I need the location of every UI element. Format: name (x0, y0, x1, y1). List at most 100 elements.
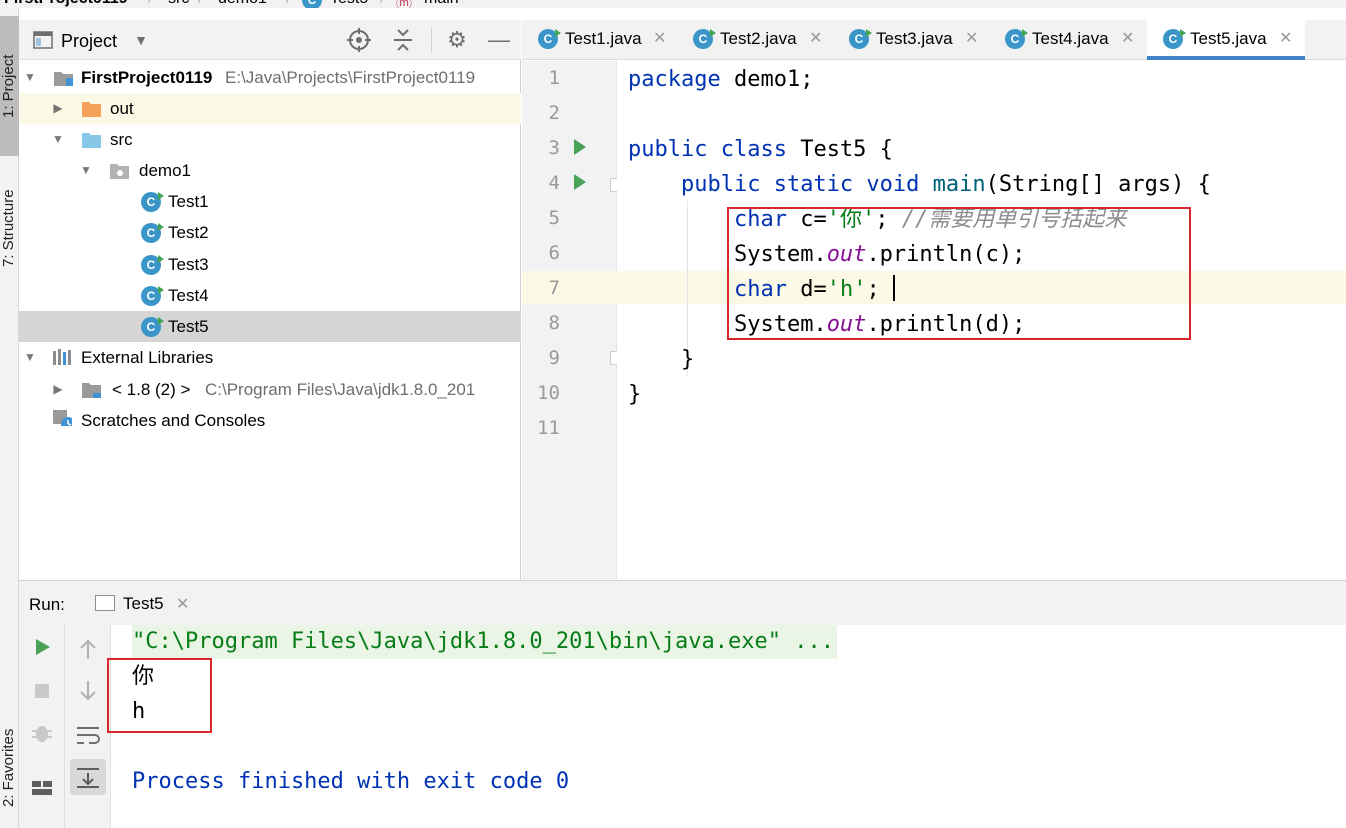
project-toolbar: Project ▼ ⚙ — (19, 20, 521, 60)
console-exit-message: Process finished with exit code 0 (132, 769, 570, 794)
class-icon: C (302, 0, 322, 8)
breadcrumb-separator: / (380, 0, 384, 8)
code-token: main (919, 172, 986, 197)
gear-icon[interactable]: ⚙ (445, 28, 469, 52)
tree-item-class[interactable]: C Test1 (19, 186, 521, 217)
close-icon[interactable]: ✕ (1279, 20, 1292, 58)
toolwindow-favorites-button[interactable]: 2: Favorites (0, 708, 19, 828)
arrow-down-icon[interactable] (74, 677, 102, 705)
toolwindow-structure-button[interactable]: 7: Structure (0, 158, 19, 298)
layout-icon[interactable] (28, 773, 56, 801)
close-icon[interactable]: ✕ (965, 20, 978, 58)
tree-item-class[interactable]: C Test3 (19, 249, 521, 280)
stop-icon[interactable] (28, 677, 56, 705)
tab-test2[interactable]: C Test2.java ✕ (677, 20, 833, 60)
console-icon (95, 595, 115, 611)
tree-item-jdk[interactable]: ▶ < 1.8 (2) > C:\Program Files\Java\jdk1… (19, 374, 521, 405)
project-panel: Project ▼ ⚙ — ▼ FirstProject0119 E:\Java… (19, 20, 521, 580)
breadcrumb-separator: / (286, 0, 290, 8)
scroll-to-end-toggle[interactable] (70, 759, 106, 795)
expand-arrow-icon[interactable]: ▶ (51, 93, 65, 124)
expand-arrow-icon[interactable]: ▼ (23, 62, 37, 93)
tree-item-class-selected[interactable]: C Test5 (19, 311, 521, 342)
hide-icon[interactable]: — (487, 28, 511, 52)
tree-item-label: out (110, 99, 134, 118)
tab-label: Test5.java (1190, 29, 1267, 48)
tab-test3[interactable]: C Test3.java ✕ (833, 20, 989, 60)
highlight-box-code (727, 207, 1191, 340)
line-number: 8 (548, 312, 560, 334)
project-root-path: E:\Java\Projects\FirstProject0119 (225, 68, 476, 87)
class-icon: C (141, 255, 164, 275)
close-icon[interactable]: ✕ (809, 20, 822, 58)
line-number: 3 (548, 137, 560, 159)
close-icon[interactable]: ✕ (176, 594, 189, 614)
collapse-all-icon[interactable] (391, 28, 415, 52)
run-tab-label[interactable]: Test5 (123, 594, 164, 614)
line-number: 5 (548, 207, 560, 229)
highlight-box-output (107, 658, 212, 733)
arrow-up-icon[interactable] (74, 635, 102, 663)
tree-item-src[interactable]: ▼ src (19, 124, 521, 155)
jdk-path: C:\Program Files\Java\jdk1.8.0_201 (205, 380, 476, 399)
expand-arrow-icon[interactable]: ▼ (79, 155, 93, 186)
tree-item-external-libraries[interactable]: ▼ External Libraries (19, 342, 521, 373)
tab-label: Test1.java (565, 29, 642, 48)
tab-test5-active[interactable]: C Test5.java ✕ (1147, 20, 1305, 60)
tree-item-project-root[interactable]: ▼ FirstProject0119 E:\Java\Projects\Firs… (19, 62, 521, 93)
tree-item-label: External Libraries (81, 348, 214, 367)
code-token: public class (628, 137, 787, 162)
breadcrumb-class[interactable]: Test5 (330, 0, 368, 8)
debug-bug-icon[interactable] (28, 719, 56, 747)
expand-arrow-icon[interactable]: ▶ (51, 374, 65, 405)
tree-item-scratches[interactable]: Scratches and Consoles (19, 405, 521, 436)
code-editor[interactable]: package demo1; public class Test5 { publ… (617, 61, 1346, 580)
class-icon: C (538, 29, 561, 49)
tree-item-class[interactable]: C Test4 (19, 280, 521, 311)
tab-label: Test2.java (720, 29, 797, 48)
breadcrumb-project[interactable]: FirstProject0119 (4, 0, 128, 8)
tab-test1[interactable]: C Test1.java ✕ (522, 20, 677, 60)
chevron-down-icon[interactable]: ▼ (129, 28, 153, 52)
code-token: public static void (680, 172, 920, 197)
tree-item-label: Test4 (168, 286, 209, 305)
line-number: 2 (548, 102, 560, 124)
method-icon: ⓜ (396, 0, 412, 8)
tab-label: Test3.java (876, 29, 953, 48)
tree-item-class[interactable]: C Test2 (19, 217, 521, 248)
locate-icon[interactable] (347, 28, 371, 52)
console-output[interactable]: "C:\Program Files\Java\jdk1.8.0_201\bin\… (107, 625, 1346, 828)
breadcrumb-package[interactable]: demo1 (218, 0, 267, 8)
close-icon[interactable]: ✕ (653, 20, 666, 58)
expand-arrow-icon[interactable]: ▼ (51, 124, 65, 155)
code-line-9: } (628, 347, 695, 372)
tree-item-label: Test2 (168, 223, 209, 242)
editor-tabs: C Test1.java ✕ C Test2.java ✕ C Test3.ja… (522, 20, 1346, 60)
tree-item-label: Test1 (168, 192, 209, 211)
run-class-icon[interactable] (574, 139, 586, 155)
line-number: 10 (537, 382, 560, 404)
run-label: Run: (29, 595, 65, 614)
expand-arrow-icon[interactable]: ▼ (23, 342, 37, 373)
class-icon: C (693, 29, 716, 49)
tree-item-package[interactable]: ▼ demo1 (19, 155, 521, 186)
rerun-icon[interactable] (28, 633, 56, 661)
breadcrumb-method[interactable]: main (424, 0, 459, 8)
tree-item-out[interactable]: ▶ out (19, 93, 521, 124)
project-view-selector[interactable]: Project (61, 31, 117, 52)
code-line-3: public class Test5 { (628, 132, 893, 167)
class-icon: C (1005, 29, 1028, 49)
breadcrumb-src[interactable]: src (168, 0, 189, 8)
class-icon: C (141, 192, 164, 212)
code-token: Test5 { (786, 137, 893, 162)
code-line-10: } (628, 382, 642, 407)
soft-wrap-icon[interactable] (74, 721, 102, 749)
package-icon (110, 164, 129, 179)
tree-item-label: src (110, 130, 133, 149)
toolwindow-project-button[interactable]: 1: Project (0, 16, 19, 156)
close-icon[interactable]: ✕ (1121, 20, 1134, 58)
run-main-icon[interactable] (574, 174, 586, 190)
tab-test4[interactable]: C Test4.java ✕ (989, 20, 1145, 60)
